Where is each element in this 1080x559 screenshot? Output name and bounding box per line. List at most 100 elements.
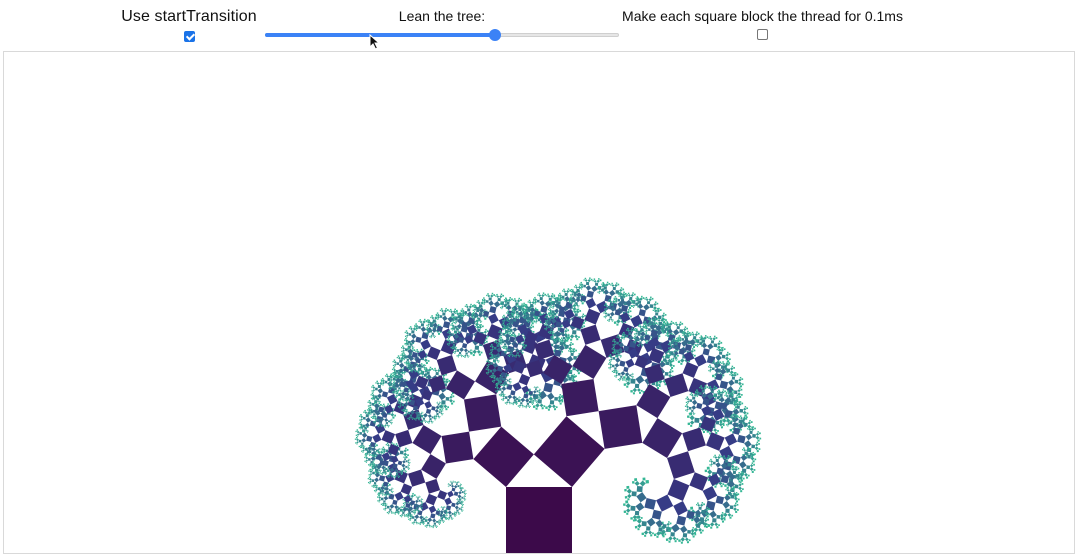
tree-square <box>530 401 533 404</box>
tree-square <box>676 358 678 360</box>
tree-square <box>409 459 411 461</box>
tree-square <box>540 305 548 313</box>
tree-square <box>498 331 500 333</box>
tree-square <box>384 509 386 511</box>
tree-square <box>495 295 497 297</box>
tree-square <box>730 414 733 417</box>
tree-square <box>407 465 409 467</box>
tree-square <box>667 325 671 329</box>
start-transition-checkbox[interactable] <box>183 31 195 42</box>
tree-square <box>552 297 554 299</box>
tree-square <box>418 495 420 497</box>
lean-slider-thumb[interactable] <box>489 29 502 41</box>
tree-square <box>718 524 720 527</box>
tree-square <box>534 303 536 305</box>
tree-square <box>439 519 441 521</box>
tree-square <box>505 352 507 354</box>
tree-square <box>432 527 434 529</box>
lean-slider[interactable] <box>265 27 619 43</box>
tree-square <box>385 467 388 470</box>
tree-square <box>668 370 672 374</box>
tree-square <box>612 286 616 291</box>
tree-square <box>369 475 372 477</box>
tree-square <box>727 455 730 457</box>
tree-square <box>518 307 522 312</box>
tree-square <box>393 359 396 362</box>
tree-square <box>372 433 382 443</box>
tree-square <box>512 395 517 400</box>
tree-square <box>465 352 468 355</box>
tree-square <box>628 308 630 311</box>
tree-square <box>671 370 674 373</box>
tree-square <box>706 515 709 518</box>
tree-square <box>446 378 449 381</box>
tree-square <box>454 352 456 354</box>
tree-square <box>463 497 466 500</box>
tree-square <box>354 438 357 440</box>
tree-square <box>608 282 611 285</box>
block-thread-checkbox[interactable] <box>757 29 768 40</box>
tree-square <box>722 362 726 366</box>
tree-square <box>392 377 396 381</box>
tree-square <box>398 470 401 473</box>
tree-square <box>455 481 457 482</box>
tree-square <box>628 306 632 310</box>
tree-square <box>521 303 523 305</box>
tree-square <box>399 475 401 477</box>
tree-square <box>404 458 406 461</box>
tree-square <box>667 479 690 501</box>
tree-square <box>415 507 419 510</box>
tree-square <box>684 326 687 328</box>
tree-square <box>464 499 466 501</box>
tree-square <box>392 375 394 377</box>
tree-square <box>411 522 414 524</box>
tree-square <box>740 393 743 396</box>
tree-square <box>455 323 457 325</box>
tree-square <box>594 282 599 286</box>
tree-square <box>392 391 394 393</box>
tree-square <box>431 406 436 411</box>
tree-square <box>736 394 739 397</box>
tree-square <box>461 309 465 313</box>
tree-square <box>565 335 568 338</box>
tree-square <box>457 315 461 319</box>
tree-square <box>473 304 476 306</box>
tree-square <box>365 422 370 428</box>
tree-square <box>448 485 450 487</box>
tree-square <box>370 394 372 396</box>
tree-square <box>388 476 390 478</box>
tree-square <box>386 393 398 405</box>
tree-square <box>409 414 413 417</box>
tree-square <box>396 362 400 366</box>
tree-square <box>522 313 525 315</box>
tree-square <box>403 414 406 416</box>
tree-square <box>684 405 687 408</box>
tree-square <box>615 376 617 378</box>
tree-square <box>376 382 380 385</box>
tree-square <box>645 298 649 302</box>
tree-square <box>738 402 742 406</box>
tree-square <box>411 516 415 519</box>
tree-square <box>641 295 643 298</box>
tree-square <box>520 397 526 403</box>
tree-square <box>620 375 623 378</box>
tree-square <box>461 356 463 358</box>
tree-square <box>523 393 529 399</box>
tree-square <box>498 343 500 345</box>
tree-square <box>608 318 611 321</box>
tree-square <box>739 461 747 469</box>
tree-square <box>490 358 493 360</box>
tree-square <box>519 399 521 401</box>
tree-square <box>503 321 505 323</box>
tree-square <box>626 512 629 515</box>
tree-square <box>399 359 403 363</box>
tree-square <box>672 357 675 360</box>
tree-square <box>733 373 737 377</box>
tree-square <box>411 515 413 517</box>
tree-square <box>455 502 460 506</box>
tree-square <box>438 417 440 419</box>
tree-square <box>543 382 554 393</box>
tree-square <box>419 515 424 520</box>
tree-square <box>433 369 435 371</box>
tree-square <box>358 427 361 429</box>
